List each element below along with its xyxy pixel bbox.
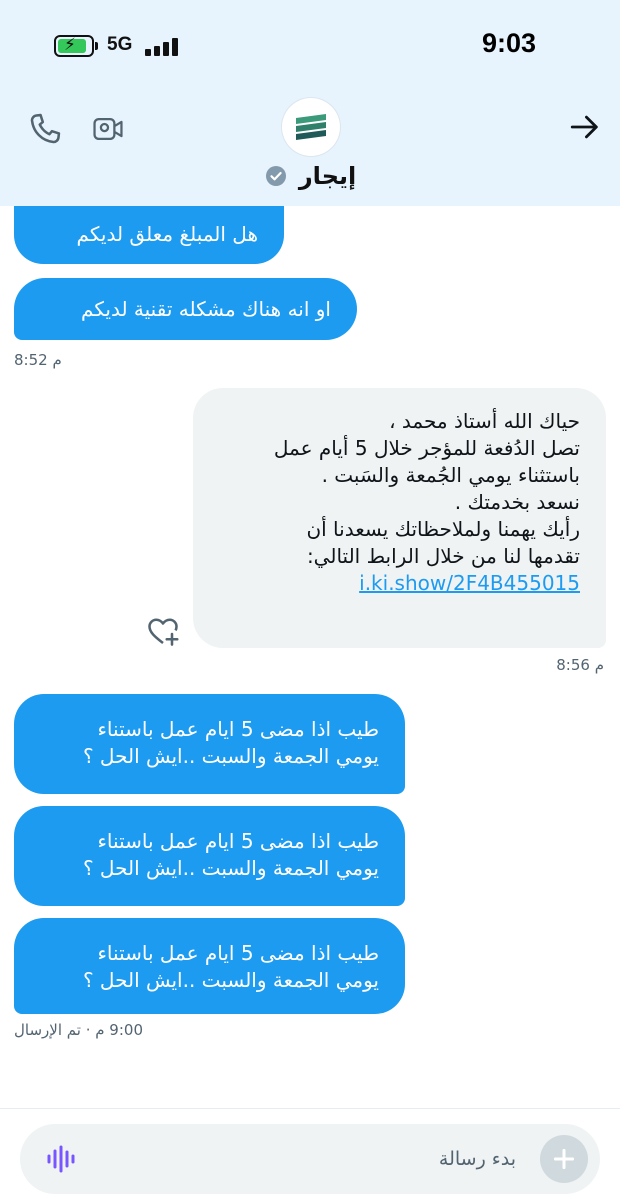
- message-timestamp-status: 9:00 م · تم الإرسال: [14, 1021, 143, 1039]
- message-bubble-sent[interactable]: هل المبلغ معلق لديكم: [14, 206, 284, 264]
- message-line: طيب اذا مضى 5 ايام عمل باستناء: [97, 829, 379, 853]
- message-line: رأيك يهمنا ولملاحظاتك يسعدنا أن: [306, 517, 580, 541]
- message-timestamp: 8:52 م: [14, 351, 62, 369]
- message-bubble-sent[interactable]: طيب اذا مضى 5 ايام عمل باستناء يومي الجم…: [14, 694, 405, 794]
- voice-message-icon[interactable]: [46, 1144, 78, 1174]
- message-line: طيب اذا مضى 5 ايام عمل باستناء: [97, 941, 379, 965]
- message-line: يومي الجمعة والسبت ..ايش الحل ؟: [82, 968, 379, 992]
- message-line: طيب اذا مضى 5 ايام عمل باستناء: [97, 717, 379, 741]
- contact-title: إيجار: [0, 162, 620, 190]
- message-bubble-received[interactable]: حياك الله أستاذ محمد ، تصل الدُفعة للمؤج…: [193, 388, 606, 648]
- avatar[interactable]: [282, 98, 340, 156]
- divider: [0, 1108, 620, 1109]
- message-input[interactable]: [90, 1124, 516, 1194]
- add-reaction-heart-icon[interactable]: [145, 613, 181, 649]
- video-call-icon[interactable]: [90, 112, 126, 146]
- phone-icon[interactable]: [26, 110, 64, 148]
- verified-badge-icon: [265, 166, 286, 186]
- message-line: نسعد بخدمتك .: [454, 490, 580, 514]
- message-text: او انه هناك مشكله تقنية لديكم: [81, 297, 331, 321]
- signal-strength-icon: [145, 38, 178, 56]
- message-line: يومي الجمعة والسبت ..ايش الحل ؟: [82, 744, 379, 768]
- back-arrow-icon[interactable]: [568, 110, 602, 144]
- message-line: تقدمها لنا من خلال الرابط التالي:: [306, 544, 580, 568]
- message-bubble-sent[interactable]: طيب اذا مضى 5 ايام عمل باستناء يومي الجم…: [14, 918, 405, 1014]
- chat-header: إيجار: [0, 92, 620, 206]
- message-line: تصل الدُفعة للمؤجر خلال 5 أيام عمل: [273, 436, 580, 460]
- contact-name[interactable]: إيجار: [299, 162, 356, 190]
- ejar-logo-icon: [296, 114, 326, 140]
- message-text: هل المبلغ معلق لديكم: [76, 222, 258, 246]
- battery-charging-icon: ⚡: [54, 35, 98, 57]
- message-line: حياك الله أستاذ محمد ،: [389, 409, 580, 433]
- add-media-button[interactable]: [540, 1135, 588, 1183]
- message-composer: [20, 1124, 600, 1194]
- message-bubble-sent[interactable]: طيب اذا مضى 5 ايام عمل باستناء يومي الجم…: [14, 806, 405, 906]
- message-bubble-sent[interactable]: او انه هناك مشكله تقنية لديكم: [14, 278, 357, 340]
- message-timestamp: 8:56 م: [556, 656, 604, 674]
- message-line: يومي الجمعة والسبت ..ايش الحل ؟: [82, 856, 379, 880]
- status-time: 9:03: [481, 28, 536, 58]
- message-link[interactable]: i.ki.show/2F4B455015: [359, 571, 580, 595]
- message-line: باستثناء يومي الجُمعة والسَبت .: [321, 463, 580, 487]
- status-bar: ⚡ 5G 9:03: [0, 0, 620, 92]
- network-type: 5G: [107, 34, 133, 55]
